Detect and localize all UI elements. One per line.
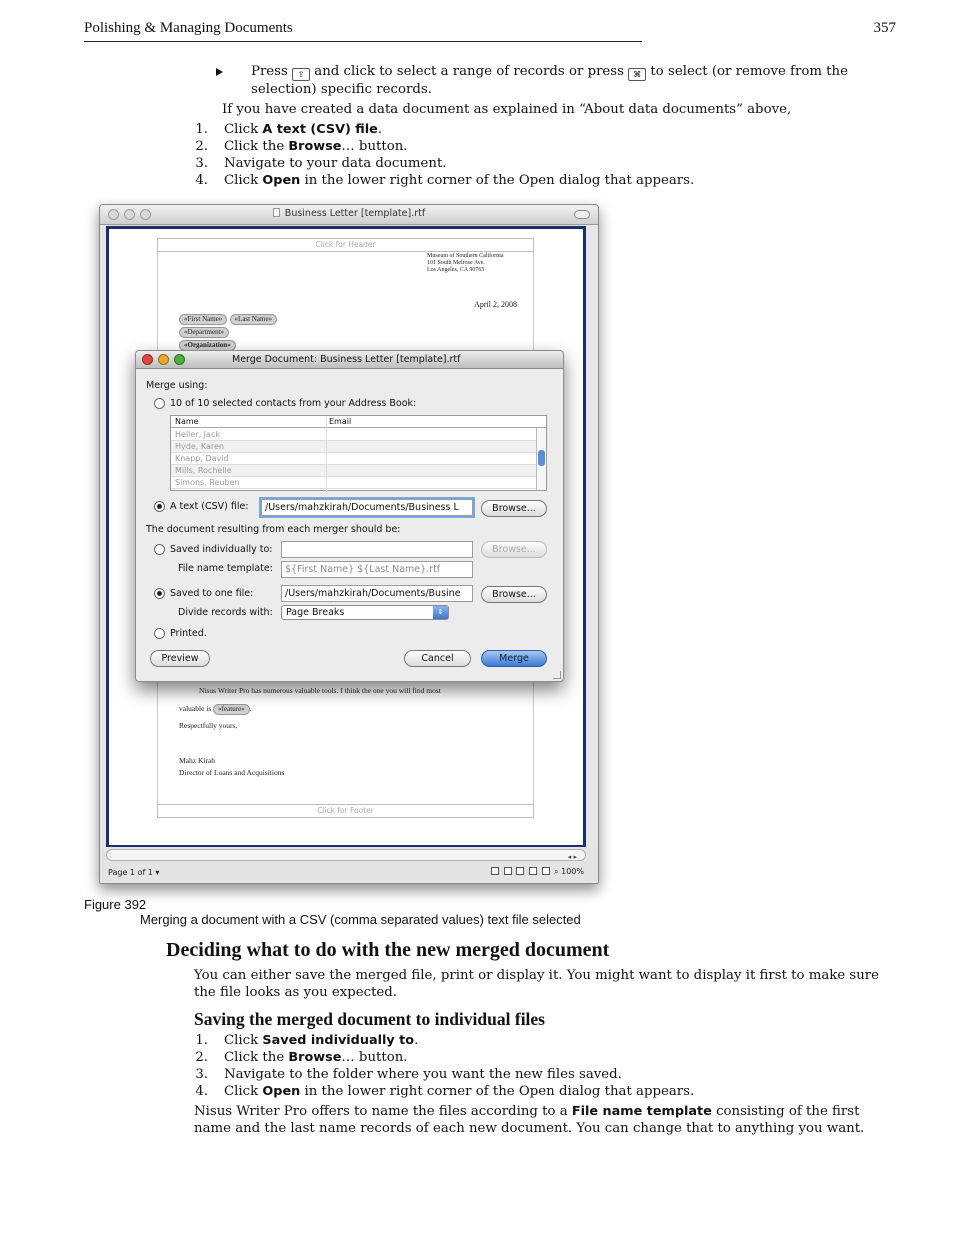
- letter-body-line-1: Nisus Writer Pro has numerous valuable t…: [199, 686, 441, 695]
- letter-date: April 2, 2008: [474, 300, 517, 309]
- printed-radio[interactable]: [154, 628, 165, 639]
- flag-icon[interactable]: [529, 867, 537, 875]
- magnifier-icon[interactable]: ⌕: [554, 867, 558, 876]
- contacts-table: Name Email Heller, Jack Hyde, Karen Knap…: [170, 415, 547, 492]
- letter-body-line-2: valuable is «feature».: [179, 704, 252, 715]
- csv-file-radio[interactable]: [154, 501, 165, 512]
- address-book-option-label[interactable]: 10 of 10 selected contacts from your Add…: [170, 398, 416, 409]
- merge-using-label: Merge using:: [146, 380, 208, 391]
- layout-icon[interactable]: [516, 867, 525, 875]
- bullet-triangle-icon: [216, 68, 223, 76]
- footer-placeholder[interactable]: Click for Footer: [157, 804, 534, 818]
- file-name-template-label: File name template:: [178, 563, 273, 574]
- document-icon: [272, 208, 280, 217]
- department-field-row: «Department»: [179, 327, 230, 338]
- one-file-path-field[interactable]: /Users/mahzkirah/Documents/Busine: [281, 585, 473, 602]
- header-placeholder[interactable]: Click for Header: [157, 238, 534, 252]
- vertical-scrollbar[interactable]: [536, 428, 546, 490]
- closing-paragraph: Nisus Writer Pro offers to name the file…: [194, 1104, 865, 1136]
- zoom-icon[interactable]: [174, 354, 185, 365]
- bullet-item: Press ⇧ and click to select a range of r…: [216, 63, 856, 98]
- subsection-heading: Saving the merged document to individual…: [194, 1009, 545, 1029]
- dialog-title: Merge Document: Business Letter [templat…: [232, 354, 461, 365]
- bullet-text: Press ⇧ and click to select a range of r…: [251, 64, 848, 97]
- table-row[interactable]: Hyde, Karen: [171, 441, 537, 453]
- toolbar-toggle-icon[interactable]: [574, 210, 590, 219]
- one-file-browse-button[interactable]: Browse...: [481, 586, 547, 603]
- saved-individually-radio[interactable]: [154, 544, 165, 555]
- individual-browse-button[interactable]: Browse...: [481, 541, 547, 558]
- resize-grip-icon[interactable]: [553, 671, 561, 679]
- window-title: Business Letter [template].rtf: [100, 208, 598, 219]
- address-book-radio[interactable]: [154, 398, 165, 409]
- name-fields-row: «First Name» «Last Name»: [179, 314, 278, 325]
- letter-closing: Respectfully yours,: [179, 721, 238, 730]
- saved-one-file-label[interactable]: Saved to one file:: [170, 588, 253, 599]
- saved-one-file-radio[interactable]: [154, 588, 165, 599]
- merge-field-last-name[interactable]: «Last Name»: [229, 314, 278, 325]
- page-number: 357: [873, 20, 897, 36]
- cancel-button[interactable]: Cancel: [404, 650, 471, 667]
- merge-dialog: Merge Document: Business Letter [templat…: [135, 350, 564, 682]
- divide-records-select[interactable]: Page Breaks ⇕: [281, 605, 449, 620]
- table-row[interactable]: Mills, Rochelle: [171, 465, 537, 477]
- window-titlebar[interactable]: Business Letter [template].rtf: [100, 205, 598, 225]
- dialog-titlebar[interactable]: Merge Document: Business Letter [templat…: [136, 351, 563, 369]
- preview-button[interactable]: Preview: [150, 650, 210, 667]
- minimize-icon[interactable]: [158, 354, 169, 365]
- csv-file-option-label[interactable]: A text (CSV) file:: [170, 501, 249, 512]
- letter-signer: Mahz Kirah: [179, 756, 216, 765]
- table-header: Name Email: [171, 416, 546, 428]
- table-row[interactable]: Simons, Reuben: [171, 477, 537, 489]
- status-bar: ◂ ▸ Page 1 of 1 ▾ ⌕ 100%: [100, 847, 598, 883]
- printed-option-label[interactable]: Printed.: [170, 628, 207, 639]
- individual-path-field[interactable]: [281, 541, 473, 558]
- column-header-name[interactable]: Name: [175, 417, 199, 426]
- merge-field-first-name[interactable]: «First Name»: [179, 314, 228, 325]
- lock-icon[interactable]: [541, 867, 550, 875]
- csv-path-field[interactable]: /Users/mahzkirah/Documents/Business L: [261, 499, 473, 516]
- saved-individually-label[interactable]: Saved individually to:: [170, 544, 273, 555]
- result-label: The document resulting from each merger …: [146, 524, 401, 535]
- section-paragraph: You can either save the merged file, pri…: [194, 968, 880, 1000]
- section-heading: Deciding what to do with the new merged …: [166, 939, 610, 961]
- highlight-icon[interactable]: [503, 867, 512, 875]
- merge-field-department[interactable]: «Department»: [179, 327, 230, 338]
- merge-field-feature[interactable]: «feature»: [213, 704, 250, 715]
- merge-button[interactable]: Merge: [481, 650, 547, 667]
- table-row[interactable]: Knapp, David: [171, 453, 537, 465]
- intro-paragraph: If you have created a data document as e…: [222, 102, 792, 117]
- scroll-arrows-icon[interactable]: ◂ ▸: [568, 853, 577, 861]
- page-indicator[interactable]: Page 1 of 1 ▾: [108, 868, 159, 877]
- column-divider: [326, 416, 327, 492]
- figure-label: Figure 392: [84, 897, 147, 912]
- text-icon[interactable]: [491, 867, 500, 875]
- updown-arrows-icon: ⇕: [433, 606, 448, 619]
- figure-caption: Merging a document with a CSV (comma sep…: [140, 912, 581, 927]
- table-row[interactable]: Heller, Jack: [171, 429, 537, 441]
- sender-address: Museum of Southern California 101 South …: [427, 253, 504, 273]
- column-header-email[interactable]: Email: [329, 417, 351, 426]
- command-key-icon: ⌘: [628, 68, 647, 81]
- zoom-level[interactable]: 100%: [561, 867, 584, 876]
- running-head: Polishing & Managing Documents: [84, 20, 642, 42]
- close-icon[interactable]: [142, 354, 153, 365]
- divide-records-label: Divide records with:: [178, 607, 273, 618]
- running-head-title: Polishing & Managing Documents: [84, 20, 293, 36]
- letter-signer-title: Director of Loans and Acquisitions: [179, 768, 285, 777]
- file-name-template-field[interactable]: ${First Name} ${Last Name}.rtf: [281, 561, 473, 578]
- horizontal-scrollbar[interactable]: ◂ ▸: [106, 849, 586, 861]
- csv-browse-button[interactable]: Browse...: [481, 500, 547, 517]
- status-icons: ⌕ 100%: [491, 867, 584, 877]
- shift-key-icon: ⇧: [292, 68, 311, 81]
- scroll-thumb[interactable]: [538, 450, 545, 466]
